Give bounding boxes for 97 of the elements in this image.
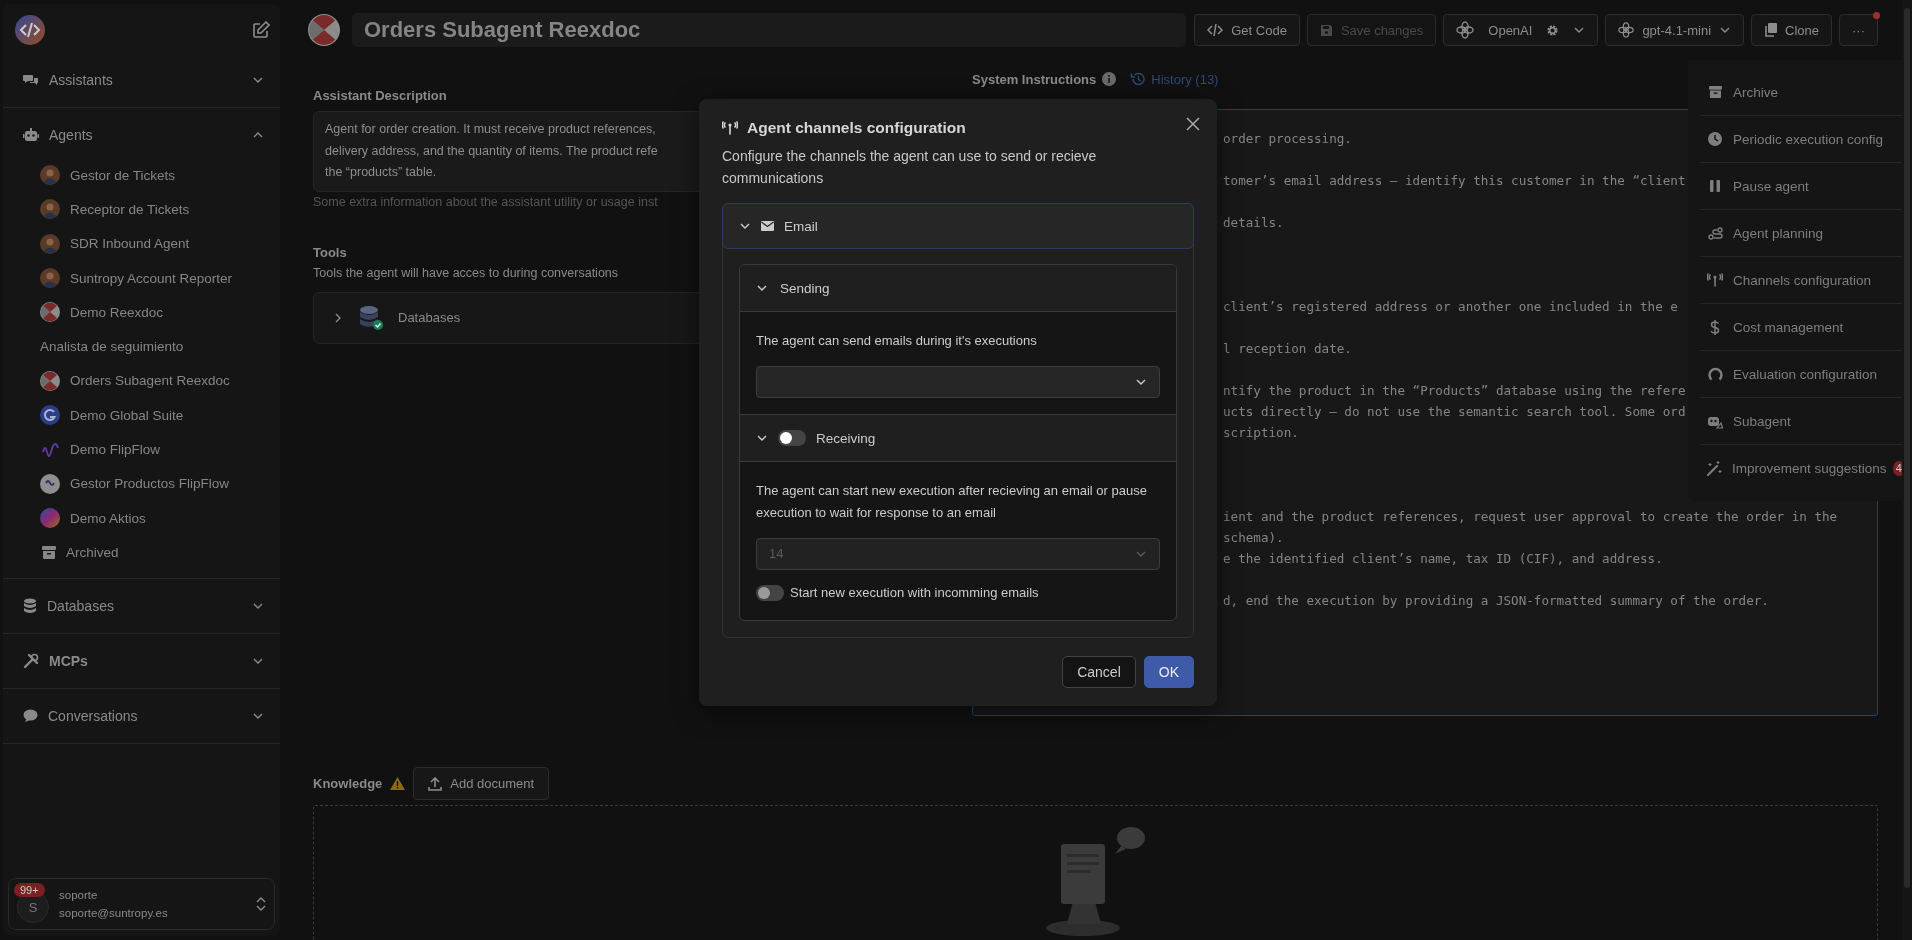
instruction-line: ntify the product in the “Products” database using the refere xyxy=(1223,382,1686,400)
section-header[interactable]: Sending xyxy=(740,265,1176,312)
g-logo-icon xyxy=(40,405,60,426)
database-icon xyxy=(23,597,37,614)
clock-icon xyxy=(1708,132,1722,146)
upload-icon xyxy=(428,776,443,791)
edit-icon xyxy=(252,21,270,39)
notification-badge: 99+ xyxy=(14,883,45,897)
tools-icon xyxy=(23,652,39,669)
instruction-line: d, end the execution by providing a JSON-formatted summary of the order. xyxy=(1223,592,1769,610)
cross-logo-icon xyxy=(40,370,60,391)
agent-logo xyxy=(308,14,340,46)
toggle-label: Start new execution with incomming emails xyxy=(790,584,1039,602)
select-field[interactable] xyxy=(756,366,1160,398)
instruction-line: e the identified client’s name, tax ID (CIF), and address. xyxy=(1223,550,1663,568)
clone-button[interactable]: Clone xyxy=(1751,14,1832,46)
field-label: System Instructions xyxy=(972,71,1097,87)
user-avatar-icon xyxy=(40,233,60,254)
section-title: Knowledge xyxy=(313,776,383,791)
up-down-chevron-icon xyxy=(256,896,266,912)
app-logo xyxy=(15,15,45,45)
speech-bubble-icon xyxy=(23,708,38,723)
section-description: The agent can start new execution after recieving an email or pause execution to wait for response to an email xyxy=(756,482,1148,522)
warning-icon xyxy=(390,777,406,790)
archive-icon xyxy=(42,545,56,559)
provider-dropdown[interactable]: OpenAI xyxy=(1443,14,1599,46)
history-icon xyxy=(1130,72,1146,86)
round-logo-icon xyxy=(40,473,60,494)
chat-bubbles-icon xyxy=(23,73,39,87)
close-icon xyxy=(1186,116,1200,131)
sidebar-item[interactable]: Demo Global Suite xyxy=(3,398,280,433)
model-dropdown[interactable]: gpt-4.1-mini xyxy=(1605,14,1745,46)
sidebar-section[interactable]: Conversations xyxy=(3,692,280,739)
sidebar-item[interactable]: Demo Aktios xyxy=(3,500,280,536)
route-icon xyxy=(1707,226,1723,240)
knot-logo-icon xyxy=(1456,21,1475,39)
sidebar-item[interactable]: Archived xyxy=(3,535,280,570)
robot-icon xyxy=(23,128,39,142)
toggle-switch[interactable] xyxy=(778,430,806,446)
instruction-line: order processing. xyxy=(1223,130,1352,148)
sidebar-item[interactable]: Demo FlipFlow xyxy=(3,432,280,467)
instruction-line: scription. xyxy=(1223,424,1299,442)
gradient-logo-icon xyxy=(40,508,60,529)
archive-icon xyxy=(1708,86,1722,98)
section-title: Tools xyxy=(313,244,348,260)
ring-icon xyxy=(1707,366,1723,382)
copy-icon xyxy=(1764,23,1778,37)
instruction-line: client’s registered address or another one included in the e xyxy=(1223,298,1678,316)
sidebar-section[interactable]: Agents xyxy=(3,112,280,158)
instruction-line: l reception date. xyxy=(1223,340,1352,358)
knot-logo-icon xyxy=(1618,22,1635,38)
sidebar-item[interactable]: Analista de seguimiento xyxy=(3,329,280,364)
instruction-line: schema). xyxy=(1223,529,1284,547)
envelope-icon xyxy=(761,221,774,231)
sidebar-section[interactable]: Databases xyxy=(3,582,280,629)
magic-wand-icon xyxy=(1707,460,1722,476)
instruction-line: ucts directly — do not use the semantic search tool. Some ord xyxy=(1223,403,1686,421)
user-avatar-icon xyxy=(40,199,60,220)
code-icon xyxy=(1207,24,1224,36)
sidebar-item[interactable]: Orders Subagent Reexdoc xyxy=(3,363,280,399)
get-code-button[interactable]: Get Code xyxy=(1194,14,1300,46)
accordion-header[interactable]: Email xyxy=(722,203,1194,249)
save-icon xyxy=(1319,23,1333,37)
user-name: soporte xyxy=(59,888,99,903)
sidebar-item[interactable]: SDR Inbound Agent xyxy=(3,226,280,261)
antenna-icon xyxy=(1707,273,1723,287)
instruction-line: tomer’s email address — identify this customer in the “client xyxy=(1223,172,1686,190)
info-icon xyxy=(1102,72,1117,86)
sidebar-item[interactable]: Gestor Productos FlipFlow xyxy=(3,466,280,501)
more-button[interactable]: ··· xyxy=(1839,14,1878,46)
sidebar-section[interactable]: Assistants xyxy=(3,57,280,103)
user-avatar-icon xyxy=(40,165,60,186)
user-card[interactable]: S 99+ soporte soporte@suntropy.es xyxy=(8,878,275,930)
section-subtitle: Tools the agent will have acces to during conversations xyxy=(313,265,620,280)
user-email: soporte@suntropy.es xyxy=(59,906,169,921)
cancel-button[interactable]: Cancel xyxy=(1062,656,1136,688)
antenna-icon xyxy=(722,121,738,135)
title-field[interactable]: Orders Subagent Reexdoc xyxy=(352,13,1187,47)
sidebar-item[interactable]: Gestor de Tickets xyxy=(3,158,280,193)
add-document-button[interactable]: Add document xyxy=(413,767,550,800)
gear-icon xyxy=(1546,23,1560,37)
instruction-line: ient and the product references, request user approval to create the order in the xyxy=(1223,508,1838,526)
helper-text: Some extra information about the assistant utility or usage inst xyxy=(313,194,659,209)
section-header[interactable]: Receiving xyxy=(740,415,1176,462)
cross-logo-icon xyxy=(40,302,60,323)
sidebar-section[interactable]: MCPs xyxy=(3,637,280,684)
dollar-icon xyxy=(1710,319,1720,335)
toggle-switch[interactable] xyxy=(756,585,784,601)
sidebar-item[interactable]: Demo Reexdoc xyxy=(3,295,280,330)
pause-icon xyxy=(1710,180,1720,192)
ok-button[interactable]: OK xyxy=(1143,656,1194,688)
user-avatar-icon xyxy=(40,268,60,289)
sidebar-item[interactable]: Suntropy Account Reporter xyxy=(3,260,280,296)
sidebar-item[interactable]: Receptor de Tickets xyxy=(3,192,280,227)
instruction-line: details. xyxy=(1223,214,1284,232)
field-label: Assistant Description xyxy=(313,88,448,103)
database-check-icon xyxy=(358,304,384,331)
